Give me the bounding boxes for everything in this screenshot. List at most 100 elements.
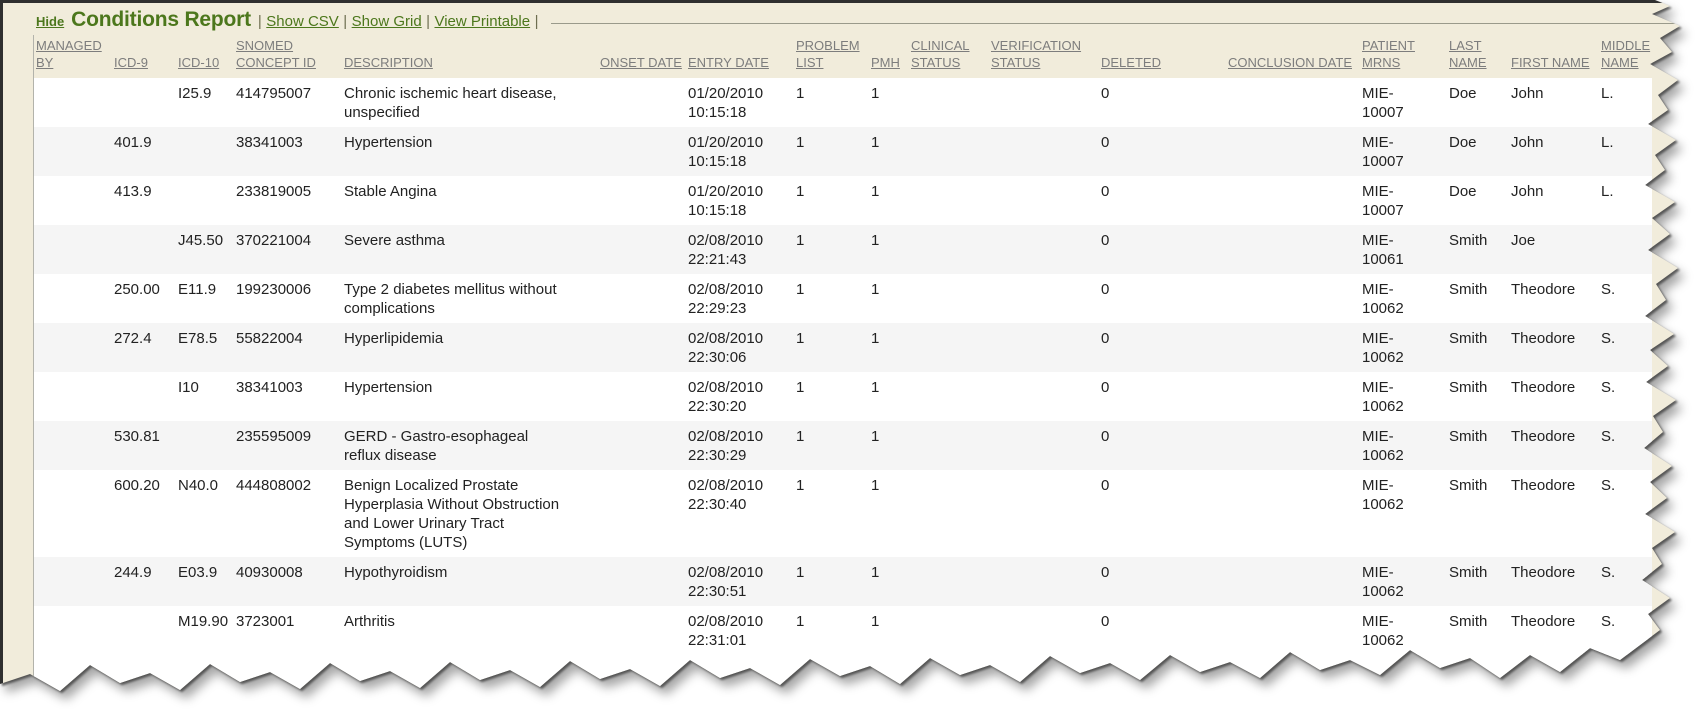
cell-deleted: 0	[1099, 557, 1226, 606]
cell-pmh: 1	[869, 557, 909, 606]
cell-managed_by	[34, 176, 112, 225]
column-header-problem_list[interactable]: PROBLEM LIST	[794, 35, 869, 78]
separator-pipe: |	[258, 13, 262, 30]
column-header-description[interactable]: DESCRIPTION	[342, 35, 598, 78]
cell-entry_date: 02/08/2010 22:30:29	[686, 421, 794, 470]
cell-entry_date: 01/20/2010 10:15:18	[686, 127, 794, 176]
cell-patient_mrns: MIE- 10062	[1360, 372, 1447, 421]
cell-middle_name: L.	[1599, 176, 1652, 225]
cell-onset_date	[598, 606, 686, 655]
cell-entry_date: 02/08/2010 22:29:23	[686, 274, 794, 323]
cell-snomed_concept_id: 199230006	[234, 274, 342, 323]
cell-icd9: 600.20	[112, 470, 176, 557]
cell-onset_date	[598, 470, 686, 557]
column-header-conclusion_date[interactable]: CONCLUSION DATE	[1226, 35, 1360, 78]
cell-middle_name: S.	[1599, 557, 1652, 606]
cell-icd9: 244.9	[112, 557, 176, 606]
cell-last_name: Smith	[1447, 274, 1509, 323]
column-header-deleted[interactable]: DELETED	[1099, 35, 1226, 78]
cell-problem_list: 1	[794, 274, 869, 323]
column-header-icd10[interactable]: ICD-10	[176, 35, 234, 78]
page-title: Conditions Report	[71, 8, 251, 32]
cell-conclusion_date	[1226, 78, 1360, 127]
column-header-managed_by[interactable]: MANAGED BY	[34, 35, 112, 78]
action-link-show-grid[interactable]: Show Grid	[352, 13, 422, 30]
cell-onset_date	[598, 78, 686, 127]
action-link-view-printable[interactable]: View Printable	[434, 13, 530, 30]
column-header-icd9[interactable]: ICD-9	[112, 35, 176, 78]
cell-description: Arthritis	[342, 606, 598, 655]
cell-problem_list: 1	[794, 323, 869, 372]
cell-icd10: E11.9	[176, 274, 234, 323]
cell-problem_list: 1	[794, 225, 869, 274]
cell-managed_by	[34, 470, 112, 557]
cell-description: Hypothyroidism	[342, 557, 598, 606]
column-header-patient_mrns[interactable]: PATIENT MRNS	[1360, 35, 1447, 78]
cell-problem_list: 1	[794, 78, 869, 127]
cell-problem_list: 1	[794, 176, 869, 225]
column-header-last_name[interactable]: LAST NAME	[1447, 35, 1509, 78]
cell-snomed_concept_id: 3723001	[234, 606, 342, 655]
column-header-onset_date[interactable]: ONSET DATE	[598, 35, 686, 78]
cell-first_name: Theodore	[1509, 470, 1599, 557]
cell-snomed_concept_id: 444808002	[234, 470, 342, 557]
column-header-verification_status[interactable]: VERIFICATION STATUS	[989, 35, 1099, 78]
cell-verification_status	[989, 274, 1099, 323]
cell-snomed_concept_id: 370221004	[234, 225, 342, 274]
column-header-snomed_concept_id[interactable]: SNOMED CONCEPT ID	[234, 35, 342, 78]
cell-description: Stable Angina	[342, 176, 598, 225]
cell-patient_mrns: MIE- 10007	[1360, 78, 1447, 127]
cell-entry_date: 02/08/2010 22:30:06	[686, 323, 794, 372]
column-header-middle_name[interactable]: MIDDLE NAME	[1599, 35, 1652, 78]
table-row: 600.20N40.0444808002Benign Localized Pro…	[34, 470, 1652, 557]
table-row: 250.00E11.9199230006Type 2 diabetes mell…	[34, 274, 1652, 323]
cell-icd9	[112, 225, 176, 274]
cell-pmh: 1	[869, 470, 909, 557]
cell-deleted: 0	[1099, 421, 1226, 470]
cell-managed_by	[34, 421, 112, 470]
cell-conclusion_date	[1226, 127, 1360, 176]
cell-description: Benign Localized Prostate Hyperplasia Wi…	[342, 470, 598, 557]
cell-icd10: E78.5	[176, 323, 234, 372]
hide-link[interactable]: Hide	[36, 14, 64, 29]
cell-verification_status	[989, 606, 1099, 655]
cell-middle_name: S.	[1599, 421, 1652, 470]
cell-conclusion_date	[1226, 323, 1360, 372]
cell-snomed_concept_id: 40930008	[234, 557, 342, 606]
cell-verification_status	[989, 127, 1099, 176]
report-header: Hide Conditions Report | Show CSV | Show…	[3, 3, 1701, 35]
cell-snomed_concept_id: 235595009	[234, 421, 342, 470]
cell-entry_date: 02/08/2010 22:30:20	[686, 372, 794, 421]
column-header-clinical_status[interactable]: CLINICAL STATUS	[909, 35, 989, 78]
cell-clinical_status	[909, 606, 989, 655]
cell-patient_mrns: MIE- 10062	[1360, 470, 1447, 557]
cell-icd10: N40.0	[176, 470, 234, 557]
table-row: J45.50370221004Severe asthma02/08/2010 2…	[34, 225, 1652, 274]
column-header-pmh[interactable]: PMH	[869, 35, 909, 78]
table-row: M19.903723001Arthritis02/08/2010 22:31:0…	[34, 606, 1652, 655]
cell-conclusion_date	[1226, 606, 1360, 655]
cell-first_name: John	[1509, 78, 1599, 127]
cell-deleted: 0	[1099, 274, 1226, 323]
cell-verification_status	[989, 323, 1099, 372]
cell-snomed_concept_id: 38341003	[234, 127, 342, 176]
cell-entry_date: 02/08/2010 22:30:51	[686, 557, 794, 606]
action-link-show-csv[interactable]: Show CSV	[266, 13, 339, 30]
cell-problem_list: 1	[794, 421, 869, 470]
report-table-panel: MANAGED BYICD-9ICD-10SNOMED CONCEPT IDDE…	[33, 35, 1648, 709]
table-row: 272.4E78.555822004Hyperlipidemia02/08/20…	[34, 323, 1652, 372]
conditions-table: MANAGED BYICD-9ICD-10SNOMED CONCEPT IDDE…	[34, 35, 1652, 655]
cell-verification_status	[989, 225, 1099, 274]
cell-verification_status	[989, 470, 1099, 557]
cell-description: Severe asthma	[342, 225, 598, 274]
cell-middle_name: S.	[1599, 372, 1652, 421]
cell-pmh: 1	[869, 274, 909, 323]
cell-clinical_status	[909, 78, 989, 127]
column-header-first_name[interactable]: FIRST NAME	[1509, 35, 1599, 78]
cell-deleted: 0	[1099, 127, 1226, 176]
cell-clinical_status	[909, 127, 989, 176]
cell-icd9	[112, 606, 176, 655]
column-header-entry_date[interactable]: ENTRY DATE	[686, 35, 794, 78]
cell-onset_date	[598, 557, 686, 606]
report-actions: | Show CSV | Show Grid | View Printable …	[258, 13, 539, 31]
